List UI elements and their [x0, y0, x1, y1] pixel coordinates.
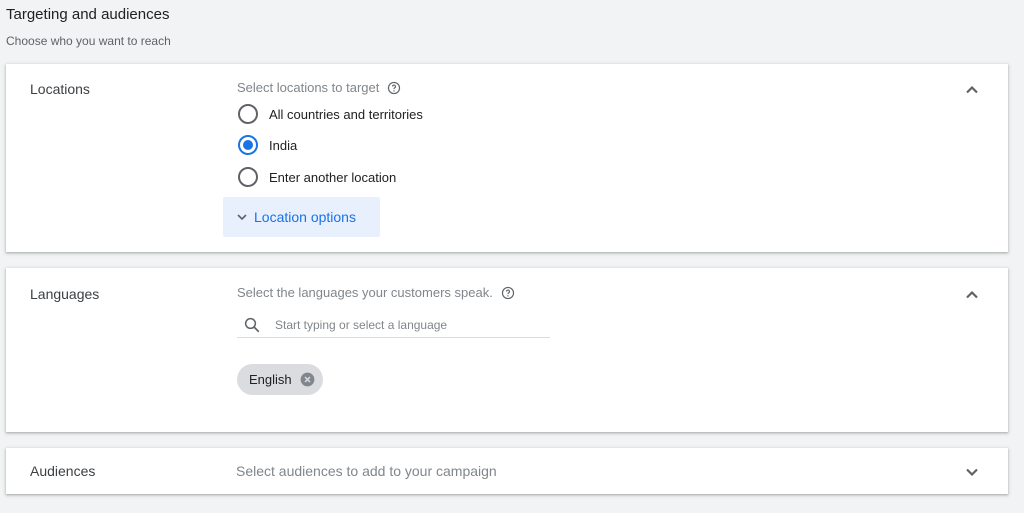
- locations-label: Locations: [30, 81, 90, 97]
- audiences-section[interactable]: Audiences Select audiences to add to you…: [6, 448, 1008, 494]
- radio-button[interactable]: [238, 104, 258, 124]
- languages-label: Languages: [30, 286, 100, 302]
- radio-india[interactable]: India: [238, 135, 297, 155]
- radio-label: Enter another location: [269, 169, 397, 185]
- audiences-hint: Select audiences to add to your campaign: [236, 463, 497, 479]
- locations-section: Locations Select locations to target All…: [6, 64, 1008, 252]
- language-search-input[interactable]: [275, 317, 535, 332]
- radio-label: India: [269, 137, 298, 153]
- remove-chip-icon[interactable]: [300, 372, 315, 387]
- collapse-languages-button[interactable]: [962, 285, 982, 305]
- radio-all-countries[interactable]: All countries and territories: [238, 104, 423, 124]
- locations-hint-text: Select locations to target: [237, 80, 380, 95]
- location-options-label: Location options: [254, 209, 356, 225]
- languages-section: Languages Select the languages your cust…: [6, 268, 1008, 432]
- radio-label: All countries and territories: [269, 106, 423, 122]
- language-search-field[interactable]: [237, 312, 550, 338]
- radio-another-location[interactable]: Enter another location: [238, 167, 396, 187]
- collapse-locations-button[interactable]: [962, 80, 982, 100]
- radio-button[interactable]: [238, 167, 258, 187]
- languages-hint: Select the languages your customers spea…: [237, 285, 515, 300]
- expand-audiences-button[interactable]: [962, 462, 982, 482]
- languages-hint-text: Select the languages your customers spea…: [237, 285, 493, 300]
- chevron-down-icon: [966, 468, 978, 477]
- location-options-button[interactable]: Location options: [223, 197, 380, 237]
- audiences-label: Audiences: [30, 463, 96, 479]
- chevron-up-icon: [966, 290, 978, 299]
- locations-hint: Select locations to target: [237, 80, 401, 95]
- help-icon[interactable]: [501, 286, 515, 300]
- chevron-up-icon: [966, 85, 978, 94]
- page-title: Targeting and audiences: [6, 6, 170, 23]
- search-icon: [244, 317, 260, 332]
- chevron-down-icon: [237, 214, 247, 221]
- radio-button-checked[interactable]: [238, 135, 258, 155]
- chip-label: English: [249, 372, 292, 387]
- help-icon[interactable]: [387, 81, 401, 95]
- page-subtitle: Choose who you want to reach: [6, 34, 171, 48]
- language-chip-english[interactable]: English: [237, 364, 323, 395]
